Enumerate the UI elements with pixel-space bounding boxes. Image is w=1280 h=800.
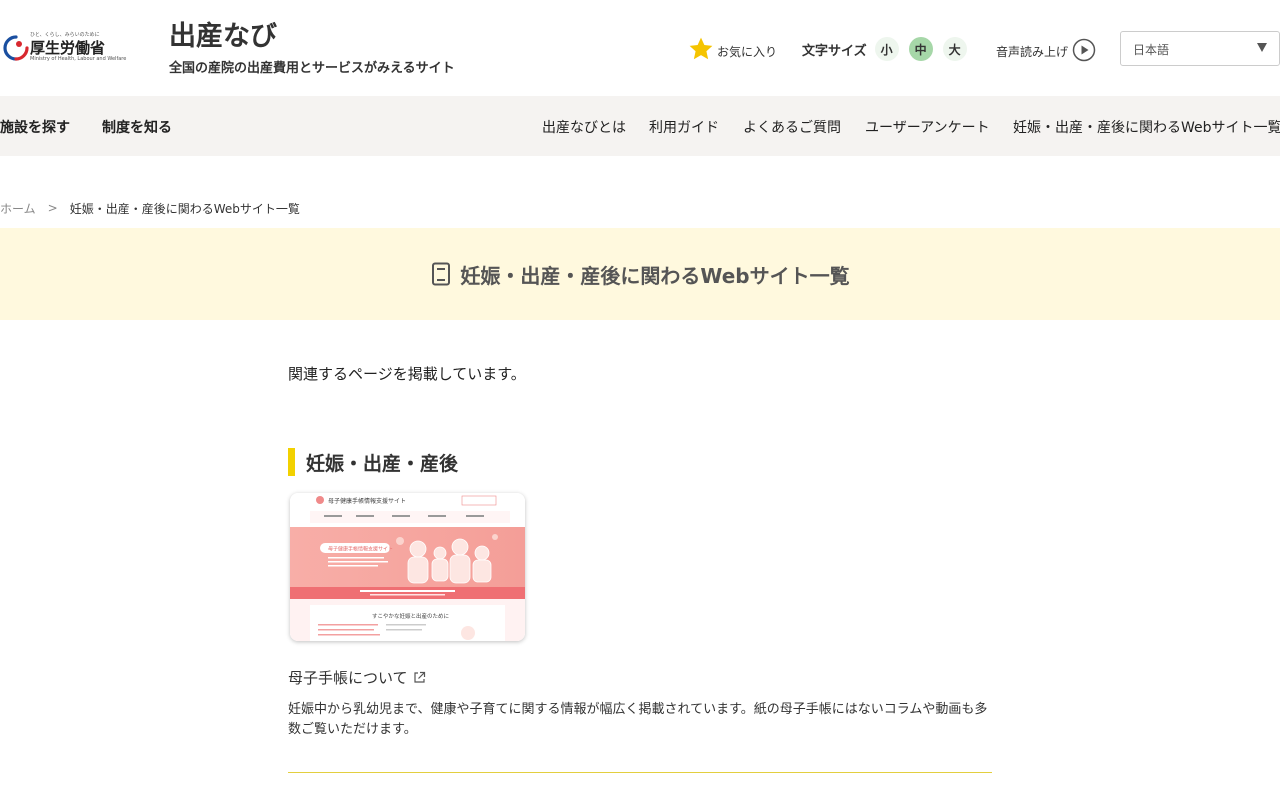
site-description: 妊娠中から乳幼児まで、健康や子育てに関する情報が幅広く掲載されています。紙の母子… <box>288 702 988 737</box>
mhlw-name-en: Ministry of Health, Labour and Welfare <box>30 56 127 62</box>
thumbnail-hero-label: 母子健康手帳情報支援サイト <box>328 546 393 553</box>
breadcrumb-home-link[interactable]: ホーム <box>0 200 36 217</box>
site-link-boshi-techo[interactable]: 母子手帳について <box>288 666 426 688</box>
site-link-title: 母子手帳について <box>288 668 408 687</box>
nav-item-learn-system[interactable]: 制度を知る <box>102 117 172 137</box>
nav-item-faq[interactable]: よくあるご質問 <box>743 117 841 137</box>
global-nav: 施設を探す 制度を知る 出産なびとは 利用ガイド よくあるご質問 ユーザーアンケ… <box>0 96 1280 156</box>
intro-text: 関連するページを掲載しています。 <box>288 365 526 383</box>
nav-item-about[interactable]: 出産なびとは <box>542 117 626 137</box>
nav-item-find-facility[interactable]: 施設を探す <box>0 117 70 137</box>
font-size-label: 文字サイズ <box>802 43 867 59</box>
thumbnail-site-name: 母子健康手帳情報支援サイト <box>328 497 406 505</box>
thumbnail-image: 母子健康手帳情報支援サイト 母子健康手帳情報支援サイト すこやかな妊娠と出産のた… <box>290 493 525 641</box>
chevron-down-icon <box>1257 43 1267 52</box>
nav-item-guide[interactable]: 利用ガイド <box>649 117 719 137</box>
font-size-small-button[interactable]: 小 <box>874 37 899 61</box>
favorites-button[interactable]: お気に入り <box>688 36 777 62</box>
mhlw-logo-icon <box>3 35 29 61</box>
site-tagline: 全国の産院の出産費用とサービスがみえるサイト <box>169 61 455 76</box>
language-selected-value: 日本語 <box>1133 43 1170 57</box>
section-divider <box>288 772 992 773</box>
page-title-banner: 妊娠・出産・産後に関わるWebサイト一覧 <box>0 228 1280 320</box>
nav-item-survey[interactable]: ユーザーアンケート <box>865 117 990 137</box>
site-title[interactable]: 出産なび <box>169 20 277 54</box>
mhlw-logo[interactable]: ひと、くらし、みらいのために 厚生労働省 Ministry of Health,… <box>0 30 126 66</box>
external-link-icon <box>413 671 425 683</box>
font-size-control: 文字サイズ 小 中 大 <box>802 36 977 62</box>
page-title: 妊娠・出産・産後に関わるWebサイト一覧 <box>460 263 850 288</box>
text-to-speech-button[interactable]: 音声読み上げ <box>996 37 1096 63</box>
site-thumbnail-boshi-techo[interactable]: 母子健康手帳情報支援サイト 母子健康手帳情報支援サイト すこやかな妊娠と出産のた… <box>290 493 525 641</box>
font-size-medium-button[interactable]: 中 <box>908 37 933 61</box>
play-icon <box>1072 38 1096 62</box>
tts-label: 音声読み上げ <box>996 44 1069 59</box>
mhlw-name: 厚生労働省 <box>30 39 106 57</box>
breadcrumb-separator: > <box>47 201 58 215</box>
section-accent-bar <box>288 448 295 476</box>
star-icon <box>689 37 713 60</box>
thumbnail-section: すこやかな妊娠と出産のために <box>372 612 449 620</box>
nav-item-related-sites[interactable]: 妊娠・出産・産後に関わるWebサイト一覧 <box>1013 117 1280 137</box>
section-heading: 妊娠・出産・産後 <box>288 448 458 476</box>
breadcrumb: ホーム > 妊娠・出産・産後に関わるWebサイト一覧 <box>0 200 300 216</box>
breadcrumb-current: 妊娠・出産・産後に関わるWebサイト一覧 <box>69 201 300 216</box>
font-size-large-button[interactable]: 大 <box>942 37 967 61</box>
favorites-label: お気に入り <box>717 44 778 59</box>
language-select[interactable]: 日本語 <box>1120 31 1280 66</box>
section-title: 妊娠・出産・産後 <box>306 452 459 475</box>
document-icon <box>432 262 451 286</box>
site-header: ひと、くらし、みらいのために 厚生労働省 Ministry of Health,… <box>0 0 1280 96</box>
